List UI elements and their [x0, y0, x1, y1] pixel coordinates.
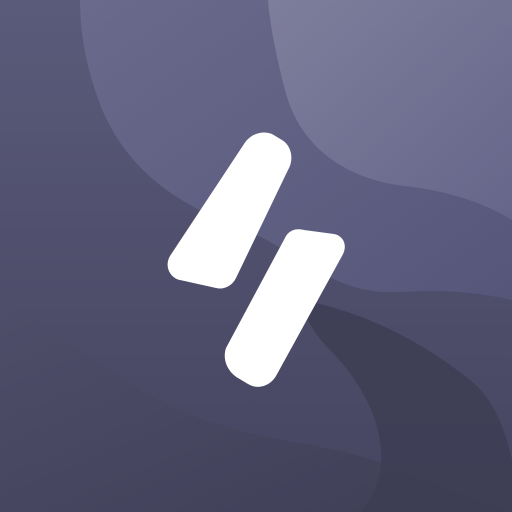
app-logo-icon — [0, 0, 512, 512]
app-icon-canvas — [0, 0, 512, 512]
